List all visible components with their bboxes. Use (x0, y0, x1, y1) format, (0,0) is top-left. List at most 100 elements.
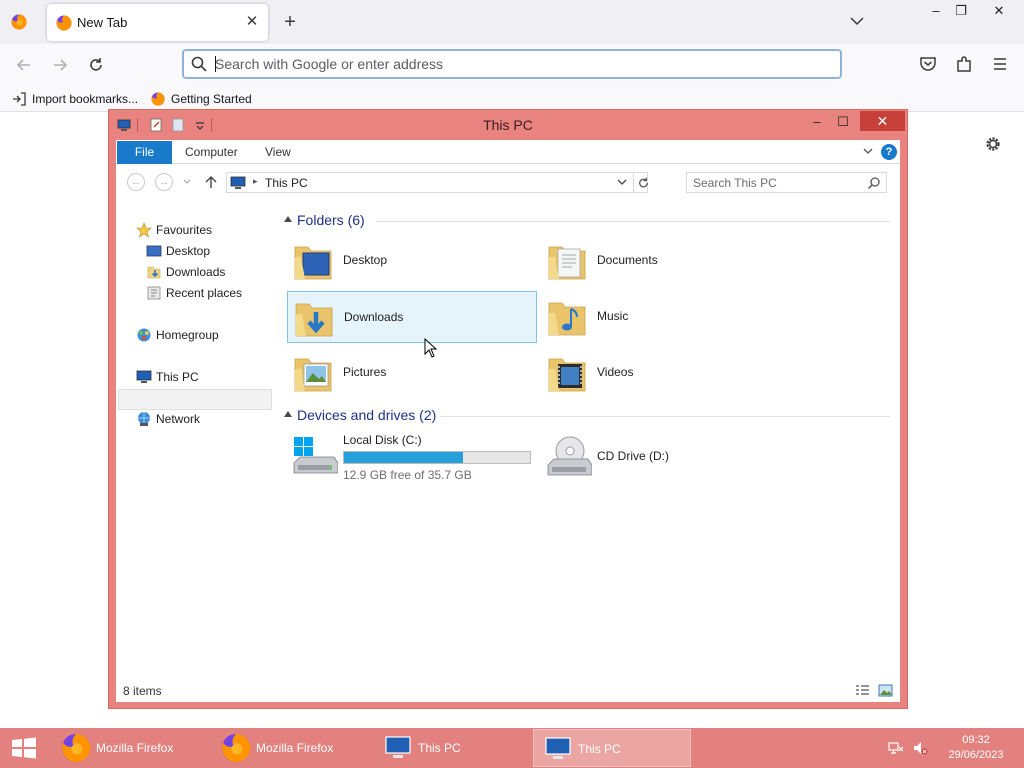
divider (376, 221, 890, 222)
url-bar[interactable] (182, 49, 842, 79)
drive-cd-d[interactable]: CD Drive (D:) (541, 430, 791, 484)
tab-new-tab[interactable]: New Tab ✕ (47, 4, 268, 41)
bookmark-import[interactable]: Import bookmarks... (12, 91, 142, 107)
explorer-client-area: File Computer View ? ← → ▸ This PC Searc… (116, 140, 900, 702)
import-icon (13, 92, 26, 106)
bookmark-label: Getting Started (171, 92, 252, 106)
folder-desktop[interactable]: Desktop (287, 235, 537, 287)
help-icon[interactable]: ? (881, 144, 897, 160)
search-icon[interactable] (867, 176, 881, 190)
up-arrow-icon[interactable] (204, 175, 218, 189)
desktop-icon (146, 245, 162, 257)
minimize-button[interactable]: – (927, 2, 945, 20)
drive-local-disk-c[interactable]: Local Disk (C:) 12.9 GB free of 35.7 GB (287, 430, 537, 484)
search-icon (191, 56, 207, 72)
menu-icon[interactable] (991, 55, 1009, 73)
new-tab-button[interactable]: + (280, 12, 300, 32)
taskbar-item-this-pc-2[interactable]: This PC (533, 729, 691, 767)
network-tray-icon[interactable] (888, 740, 904, 756)
folder-music[interactable]: Music (541, 291, 791, 343)
desktop-folder-icon (294, 246, 332, 280)
taskbar-item-this-pc-1[interactable]: This PC (374, 729, 532, 767)
group-title: Folders (6) (297, 212, 365, 228)
nav-label: Favourites (156, 223, 213, 237)
gear-icon[interactable] (984, 135, 1002, 153)
this-pc-icon (385, 736, 411, 758)
nav-label: Downloads (166, 265, 226, 279)
extensions-icon[interactable] (955, 55, 973, 73)
clock[interactable]: 09:32 29/06/2023 (936, 733, 1016, 763)
forward-arrow-icon[interactable] (50, 55, 70, 75)
browser-tab-bar: New Tab ✕ + – ❐ ✕ (0, 0, 1024, 44)
nav-label: Recent places (166, 286, 243, 300)
videos-folder-icon (548, 358, 586, 392)
firefox-icon (221, 733, 251, 763)
folder-name: Downloads (344, 310, 404, 324)
close-window-button[interactable]: ✕ (860, 111, 905, 131)
back-arrow-icon[interactable] (14, 55, 34, 75)
close-tab-icon[interactable]: ✕ (244, 14, 260, 30)
close-window-button[interactable]: ✕ (990, 2, 1008, 20)
taskbar-label: Mozilla Firefox (96, 741, 174, 755)
folder-documents[interactable]: Documents (541, 235, 791, 287)
breadcrumb-separator-icon[interactable]: ▸ (253, 176, 258, 187)
refresh-icon[interactable] (633, 173, 653, 193)
volume-muted-icon[interactable] (912, 740, 928, 756)
reload-icon[interactable] (86, 55, 106, 75)
content-pane: Folders (6) Desktop Documents Downloads … (284, 202, 894, 672)
details-view-icon[interactable] (855, 684, 870, 697)
pocket-icon[interactable] (919, 55, 937, 73)
taskbar-item-firefox-1[interactable]: Mozilla Firefox (52, 729, 210, 767)
clock-date: 29/06/2023 (948, 749, 1004, 761)
tab-file[interactable]: File (117, 141, 172, 164)
folder-name: Desktop (343, 253, 388, 267)
pictures-folder-icon (294, 358, 332, 392)
forward-button[interactable]: → (155, 173, 173, 191)
breadcrumb-this-pc[interactable]: This PC (265, 176, 308, 190)
divider (440, 416, 890, 417)
minimize-button[interactable]: – (807, 112, 827, 132)
taskbar-item-firefox-2[interactable]: Mozilla Firefox (212, 729, 370, 767)
chevron-down-icon[interactable] (849, 13, 865, 29)
explorer-window: This PC – ☐ ✕ File Computer View ? ← → ▸… (108, 109, 908, 709)
ribbon-tabs: File Computer View ? (116, 140, 900, 164)
maximize-button[interactable]: ☐ (833, 112, 853, 132)
search-input[interactable] (693, 175, 863, 191)
text-caret (215, 56, 216, 72)
this-pc-icon (230, 176, 246, 189)
address-row: ← → ▸ This PC (116, 165, 900, 199)
network-icon (138, 412, 150, 426)
restore-button[interactable]: ❐ (952, 2, 970, 20)
nav-label: Desktop (166, 244, 211, 258)
this-pc-icon (545, 737, 571, 759)
taskbar-label: This PC (578, 742, 621, 756)
back-button[interactable]: ← (127, 173, 145, 191)
search-box[interactable] (686, 172, 887, 193)
music-folder-icon (548, 302, 586, 336)
folder-downloads[interactable]: Downloads (287, 291, 537, 343)
recent-locations-icon[interactable] (183, 179, 191, 185)
large-icons-view-icon[interactable] (878, 684, 893, 697)
star-icon (136, 222, 152, 238)
disk-usage-bar (343, 451, 531, 464)
bookmark-getting-started[interactable]: Getting Started (151, 91, 261, 107)
address-dropdown-icon[interactable] (617, 178, 627, 186)
firefox-icon[interactable] (11, 14, 27, 30)
nav-label: This PC (156, 370, 199, 384)
drive-free-space: 12.9 GB free of 35.7 GB (343, 468, 472, 482)
folder-pictures[interactable]: Pictures (287, 347, 537, 399)
taskbar-label: Mozilla Firefox (256, 741, 334, 755)
tab-title: New Tab (77, 15, 128, 30)
expand-ribbon-icon[interactable] (862, 145, 874, 157)
bookmark-label: Import bookmarks... (32, 92, 139, 106)
address-bar[interactable]: ▸ This PC (226, 172, 648, 193)
explorer-title-bar[interactable]: This PC – ☐ ✕ (109, 110, 907, 140)
status-bar: 8 items (116, 680, 900, 702)
mouse-cursor-icon (424, 338, 438, 358)
tab-view[interactable]: View (265, 141, 291, 164)
windows-start-icon[interactable] (8, 736, 40, 760)
tab-computer[interactable]: Computer (185, 141, 238, 164)
url-input[interactable] (215, 51, 815, 77)
folder-videos[interactable]: Videos (541, 347, 791, 399)
selection-highlight (118, 389, 272, 410)
